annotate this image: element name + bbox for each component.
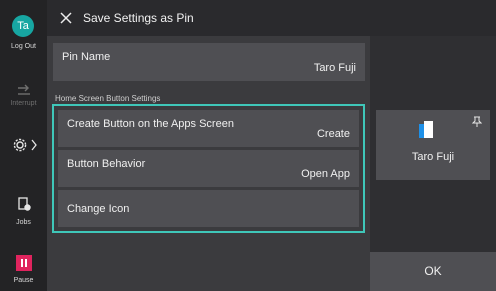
jobs-label: Jobs: [16, 219, 31, 226]
setting-label: Change Icon: [67, 203, 130, 215]
create-button-setting[interactable]: Create Button on the Apps Screen Create: [58, 110, 359, 147]
ok-button[interactable]: OK: [370, 252, 496, 291]
setting-label: Create Button on the Apps Screen: [67, 118, 234, 130]
settings-gear-icon[interactable]: [0, 137, 47, 158]
button-behavior-setting[interactable]: Button Behavior Open App: [58, 150, 359, 187]
setting-label: Button Behavior: [67, 158, 146, 170]
left-rail: Ta Log Out Interrupt Jobs Pause: [0, 0, 47, 291]
home-screen-button-settings: Create Button on the Apps Screen Create …: [52, 104, 365, 233]
pause-label: Pause: [13, 277, 34, 284]
title-bar: Save Settings as Pin: [47, 0, 496, 36]
pin-preview-tile[interactable]: Taro Fuji: [376, 110, 490, 180]
close-icon[interactable]: [58, 10, 74, 26]
pin-name-value: Taro Fuji: [313, 62, 356, 74]
section-label: Home Screen Button Settings: [55, 94, 161, 103]
interrupt-label: Interrupt: [10, 100, 37, 107]
pin-name-label: Pin Name: [62, 51, 111, 63]
setting-value: Open App: [301, 168, 350, 180]
logout-label[interactable]: Log Out: [0, 43, 47, 50]
interrupt-icon[interactable]: [0, 83, 47, 101]
pushpin-icon: [472, 116, 482, 127]
pin-app-icon: [419, 121, 433, 138]
setting-value: Create: [316, 128, 350, 140]
pin-preview-name: Taro Fuji: [411, 151, 455, 163]
change-icon-setting[interactable]: Change Icon: [58, 190, 359, 227]
pin-name-field[interactable]: Pin Name Taro Fuji: [53, 43, 365, 81]
pause-icon[interactable]: [0, 255, 47, 276]
jobs-icon[interactable]: [0, 196, 47, 217]
user-avatar[interactable]: Ta: [12, 15, 34, 37]
page-title: Save Settings as Pin: [83, 11, 194, 25]
